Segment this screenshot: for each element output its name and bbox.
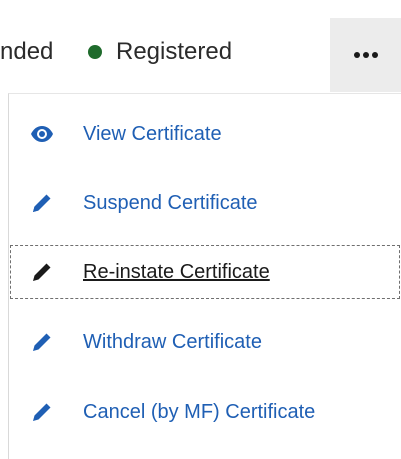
status-registered: Registered xyxy=(88,36,232,68)
menu-item-label: View Certificate xyxy=(83,123,222,145)
pencil-icon xyxy=(30,330,54,354)
status-registered-label: Registered xyxy=(116,38,233,65)
actions-dropdown-menu: View Certificate Suspend Certificate Re-… xyxy=(8,93,401,459)
more-horizontal-icon xyxy=(353,52,378,58)
pencil-icon xyxy=(30,400,54,424)
pencil-icon xyxy=(30,260,54,284)
status-label-truncated: nded xyxy=(0,38,54,65)
menu-item-label: Withdraw Certificate xyxy=(83,331,262,353)
more-actions-button[interactable] xyxy=(330,18,401,92)
menu-item-label: Cancel (by MF) Certificate xyxy=(83,401,316,423)
menu-item-reinstate-certificate[interactable]: Re-instate Certificate xyxy=(9,244,401,300)
menu-item-view-certificate[interactable]: View Certificate xyxy=(9,106,401,162)
status-header: nded Registered xyxy=(0,0,401,96)
eye-icon xyxy=(30,122,54,146)
certificate-actions-screen: nded Registered View Certificate Suspend… xyxy=(0,0,401,459)
menu-item-cancel-certificate[interactable]: Cancel (by MF) Certificate xyxy=(9,384,401,440)
pencil-icon xyxy=(30,191,54,215)
status-dot-icon xyxy=(88,45,102,59)
menu-item-suspend-certificate[interactable]: Suspend Certificate xyxy=(9,175,401,231)
menu-item-label: Re-instate Certificate xyxy=(83,261,270,283)
menu-item-label: Suspend Certificate xyxy=(83,192,258,214)
menu-item-withdraw-certificate[interactable]: Withdraw Certificate xyxy=(9,314,401,370)
